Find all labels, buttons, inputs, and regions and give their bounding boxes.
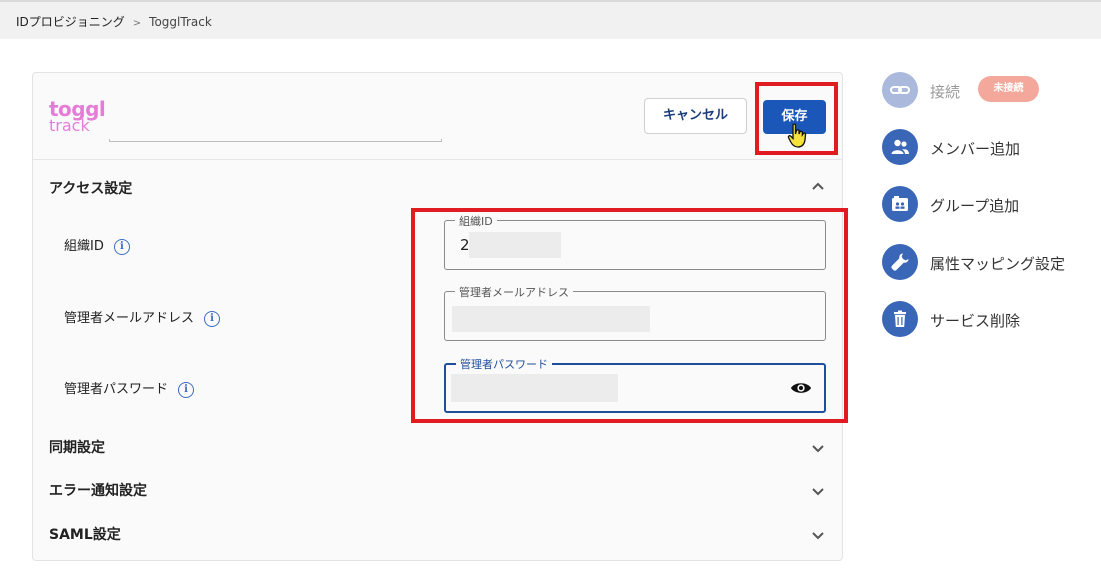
sidebar-add-group[interactable]: グループ追加 bbox=[882, 186, 1082, 222]
logo-text-bottom: track bbox=[49, 116, 90, 135]
breadcrumb-current: TogglTrack bbox=[149, 15, 212, 29]
section-error-notify-title[interactable]: エラー通知設定 bbox=[49, 480, 147, 500]
admin-password-label-text: 管理者パスワード bbox=[64, 382, 169, 397]
card-header: toggl track キャンセル 保存 bbox=[33, 73, 842, 160]
info-icon[interactable]: i bbox=[178, 381, 195, 398]
sidebar-add-group-label: グループ追加 bbox=[930, 197, 1020, 215]
breadcrumb: IDプロビジョニング > TogglTrack bbox=[16, 13, 212, 30]
wrench-icon bbox=[882, 244, 918, 280]
sidebar-attr-mapping[interactable]: 属性マッピング設定 bbox=[882, 244, 1082, 280]
fields-highlight-box bbox=[411, 208, 848, 423]
chevron-down-icon[interactable] bbox=[811, 441, 825, 455]
top-bar: IDプロビジョニング > TogglTrack bbox=[0, 0, 1101, 39]
chevron-up-icon[interactable] bbox=[811, 180, 825, 194]
section-saml-title[interactable]: SAML設定 bbox=[49, 524, 121, 544]
sidebar-delete-service-label: サービス削除 bbox=[930, 312, 1021, 330]
section-sync-title[interactable]: 同期設定 bbox=[49, 437, 105, 457]
sidebar-attr-mapping-label: 属性マッピング設定 bbox=[930, 255, 1066, 273]
trash-icon bbox=[882, 301, 918, 337]
cancel-button[interactable]: キャンセル bbox=[644, 98, 747, 134]
toggl-track-logo: toggl track bbox=[49, 97, 109, 137]
sidebar-connect-label: 接続 bbox=[930, 83, 961, 101]
admin-password-label: 管理者パスワード i bbox=[64, 378, 195, 398]
chevron-down-icon[interactable] bbox=[811, 528, 825, 542]
breadcrumb-separator: > bbox=[132, 18, 142, 29]
people-icon bbox=[882, 129, 918, 165]
service-name-input[interactable] bbox=[109, 139, 442, 142]
hand-cursor-icon bbox=[787, 123, 807, 148]
section-access-title[interactable]: アクセス設定 bbox=[49, 178, 132, 198]
info-icon[interactable]: i bbox=[204, 310, 221, 327]
status-badge: 未接続 bbox=[978, 76, 1039, 102]
org-id-label: 組織ID i bbox=[64, 235, 130, 255]
info-icon[interactable]: i bbox=[113, 238, 130, 255]
org-id-label-text: 組織ID bbox=[64, 239, 104, 254]
link-icon bbox=[882, 72, 918, 108]
admin-email-label-text: 管理者メールアドレス bbox=[64, 311, 195, 326]
sidebar-add-member-label: メンバー追加 bbox=[930, 140, 1021, 158]
sidebar-delete-service[interactable]: サービス削除 bbox=[882, 301, 1082, 337]
sidebar-add-member[interactable]: メンバー追加 bbox=[882, 129, 1082, 165]
sidebar-connect: 接続 未接続 bbox=[882, 72, 1082, 108]
breadcrumb-root[interactable]: IDプロビジョニング bbox=[16, 15, 125, 29]
chevron-down-icon[interactable] bbox=[811, 484, 825, 498]
admin-email-label: 管理者メールアドレス i bbox=[64, 307, 221, 327]
group-icon bbox=[882, 186, 918, 222]
